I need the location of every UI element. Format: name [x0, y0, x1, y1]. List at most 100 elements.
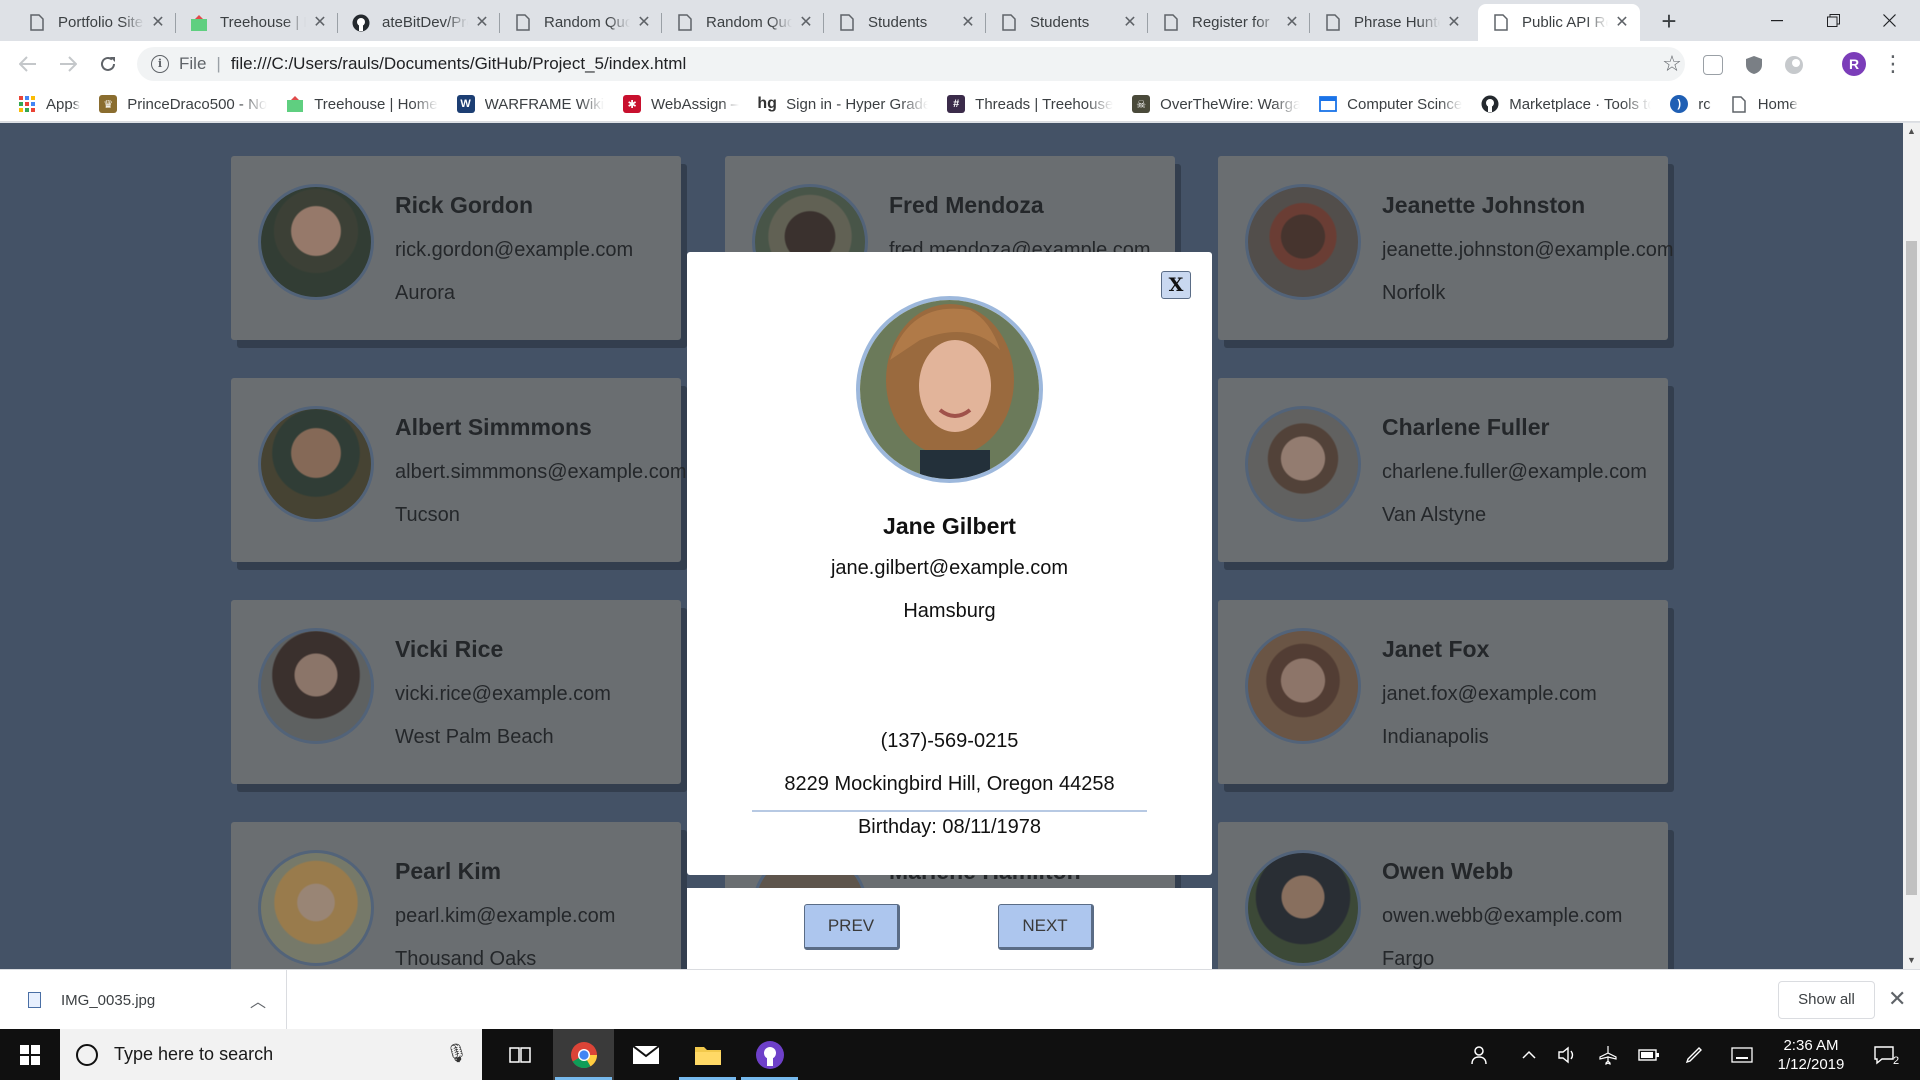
- close-tab-icon[interactable]: ✕: [1446, 14, 1462, 31]
- scroll-down-icon[interactable]: ▼: [1903, 952, 1920, 969]
- tab-treehouse-home[interactable]: Treehouse | Home ✕: [176, 4, 338, 41]
- minimize-window-icon[interactable]: [1754, 0, 1800, 41]
- reload-button[interactable]: [94, 50, 122, 78]
- close-tab-icon[interactable]: ✕: [474, 14, 490, 31]
- mail-taskbar-icon[interactable]: [615, 1029, 676, 1080]
- restore-window-icon[interactable]: [1810, 0, 1856, 41]
- tab-register-for[interactable]: Register for ✕: [1148, 4, 1310, 41]
- file-explorer-taskbar-icon[interactable]: [677, 1029, 738, 1080]
- menu-kebab-icon[interactable]: ⋮: [1882, 51, 1904, 77]
- page-scrollbar[interactable]: ▲ ▼: [1903, 123, 1920, 969]
- tab-students-1[interactable]: Students ✕: [824, 4, 986, 41]
- back-button[interactable]: [14, 50, 42, 78]
- close-tab-icon[interactable]: ✕: [636, 14, 652, 31]
- pen-workspace-icon[interactable]: [1680, 1029, 1708, 1080]
- page-icon: [676, 14, 694, 32]
- tab-public-api-request[interactable]: Public API Request ✕: [1478, 4, 1640, 41]
- bookmark-threads[interactable]: # Threads | Treehouse F: [947, 95, 1113, 113]
- taskbar-clock[interactable]: 2:36 AM 1/12/2019: [1766, 1036, 1856, 1074]
- info-icon[interactable]: i: [151, 55, 169, 73]
- github-desktop-taskbar-icon[interactable]: [739, 1029, 800, 1080]
- page-icon: [1730, 95, 1748, 113]
- modal-divider: [752, 810, 1147, 812]
- airplane-mode-icon[interactable]: [1594, 1029, 1622, 1080]
- modal-close-button[interactable]: X: [1161, 271, 1191, 299]
- tab-phrase-hunter[interactable]: Phrase Hunter ✕: [1310, 4, 1472, 41]
- show-hidden-icons-icon[interactable]: [1517, 1029, 1541, 1080]
- page-icon: [1492, 14, 1510, 32]
- hash-icon: #: [947, 95, 966, 113]
- volume-icon[interactable]: [1553, 1029, 1581, 1080]
- bookmark-warframe[interactable]: W WARFRAME Wiki: [456, 95, 604, 113]
- taskbar-search-box[interactable]: Type here to search 🎙: [60, 1029, 482, 1080]
- scrollbar-thumb[interactable]: [1906, 241, 1917, 895]
- windows-start-icon[interactable]: [0, 1029, 60, 1080]
- bookmark-apps[interactable]: Apps: [18, 95, 80, 113]
- notification-count: 2: [1892, 1054, 1900, 1067]
- page-icon: [1324, 14, 1342, 32]
- bookmark-home[interactable]: Home: [1730, 95, 1798, 113]
- close-window-icon[interactable]: [1866, 0, 1912, 41]
- url-text[interactable]: file:///C:/Users/rauls/Documents/GitHub/…: [231, 54, 686, 74]
- chevron-up-icon[interactable]: ︿: [250, 988, 266, 1012]
- close-tab-icon[interactable]: ✕: [312, 14, 328, 31]
- bookmark-princedraco[interactable]: ♛ PrinceDraco500 - Now: [99, 95, 267, 113]
- microphone-icon[interactable]: 🎙: [445, 1043, 468, 1064]
- window-icon: [1319, 95, 1338, 113]
- tab-students-2[interactable]: Students ✕: [986, 4, 1148, 41]
- close-tab-icon[interactable]: ✕: [960, 14, 976, 31]
- modal-avatar: [856, 296, 1043, 483]
- tab-random-quote-2[interactable]: Random Quote ✕: [662, 4, 824, 41]
- address-bar[interactable]: i File | file:///C:/Users/rauls/Document…: [137, 47, 1685, 81]
- url-divider: |: [216, 54, 221, 73]
- bookmark-hypergrade[interactable]: hg Sign in - Hyper Grade: [757, 95, 928, 113]
- bookmark-webassign[interactable]: ✱ WebAssign –: [623, 95, 739, 113]
- download-item[interactable]: IMG_0035.jpg ︿: [0, 970, 287, 1030]
- bookmark-computer-science[interactable]: Computer Scince: [1319, 95, 1462, 113]
- webassign-icon: ✱: [623, 95, 642, 113]
- new-tab-button[interactable]: +: [1655, 8, 1683, 36]
- page-icon: [1000, 14, 1018, 32]
- tab-title: Random Quote: [706, 14, 792, 31]
- touch-keyboard-icon[interactable]: [1728, 1029, 1756, 1080]
- treehouse-icon: [190, 14, 208, 32]
- tab-random-quote-1[interactable]: Random Quote ✕: [500, 4, 662, 41]
- close-tab-icon[interactable]: ✕: [1614, 14, 1630, 31]
- tab-github-project[interactable]: ateBitDev/Project ✕: [338, 4, 500, 41]
- clock-time: 2:36 AM: [1783, 1037, 1839, 1054]
- extension-grey-icon[interactable]: [1784, 55, 1804, 75]
- battery-icon[interactable]: [1635, 1029, 1663, 1080]
- close-downloads-icon[interactable]: ✕: [1888, 986, 1906, 1012]
- tab-title: Portfolio Site: [58, 14, 144, 31]
- profile-avatar[interactable]: R: [1842, 52, 1866, 76]
- extension-shield-icon[interactable]: [1744, 55, 1764, 75]
- bookmark-star-icon[interactable]: ☆: [1660, 53, 1684, 77]
- close-tab-icon[interactable]: ✕: [1122, 14, 1138, 31]
- close-tab-icon[interactable]: ✕: [150, 14, 166, 31]
- people-icon[interactable]: [1466, 1029, 1496, 1080]
- next-button[interactable]: NEXT: [998, 904, 1094, 950]
- forward-button[interactable]: [54, 50, 82, 78]
- tab-title: Random Quote: [544, 14, 630, 31]
- tab-portfolio-site[interactable]: Portfolio Site ✕: [14, 4, 176, 41]
- modal-city: Hamsburg: [903, 600, 996, 622]
- tab-title: Register for: [1192, 14, 1270, 31]
- close-tab-icon[interactable]: ✕: [1284, 14, 1300, 31]
- chrome-taskbar-icon[interactable]: [553, 1029, 614, 1080]
- tab-title: Treehouse | Home: [220, 14, 306, 31]
- bookmark-treehouse[interactable]: Treehouse | Home: [286, 95, 438, 113]
- show-all-button[interactable]: Show all: [1778, 981, 1875, 1019]
- prev-button[interactable]: PREV: [804, 904, 900, 950]
- tab-title: Public API Request: [1522, 14, 1608, 31]
- bookmark-marketplace[interactable]: Marketplace · Tools to: [1481, 95, 1651, 113]
- url-scheme: File: [179, 54, 207, 73]
- action-center-icon[interactable]: 2: [1866, 1029, 1906, 1080]
- modal-birthday: Birthday: 08/11/1978: [857, 816, 1042, 838]
- close-tab-icon[interactable]: ✕: [798, 14, 814, 31]
- overthewire-icon: ☠: [1132, 95, 1151, 113]
- extension-save-icon[interactable]: [1703, 55, 1723, 75]
- bookmark-overthewire[interactable]: ☠ OverTheWire: Wargam: [1132, 95, 1300, 113]
- task-view-icon[interactable]: [489, 1029, 550, 1080]
- bookmark-rc[interactable]: ) rc: [1670, 95, 1711, 113]
- scroll-up-icon[interactable]: ▲: [1903, 123, 1920, 140]
